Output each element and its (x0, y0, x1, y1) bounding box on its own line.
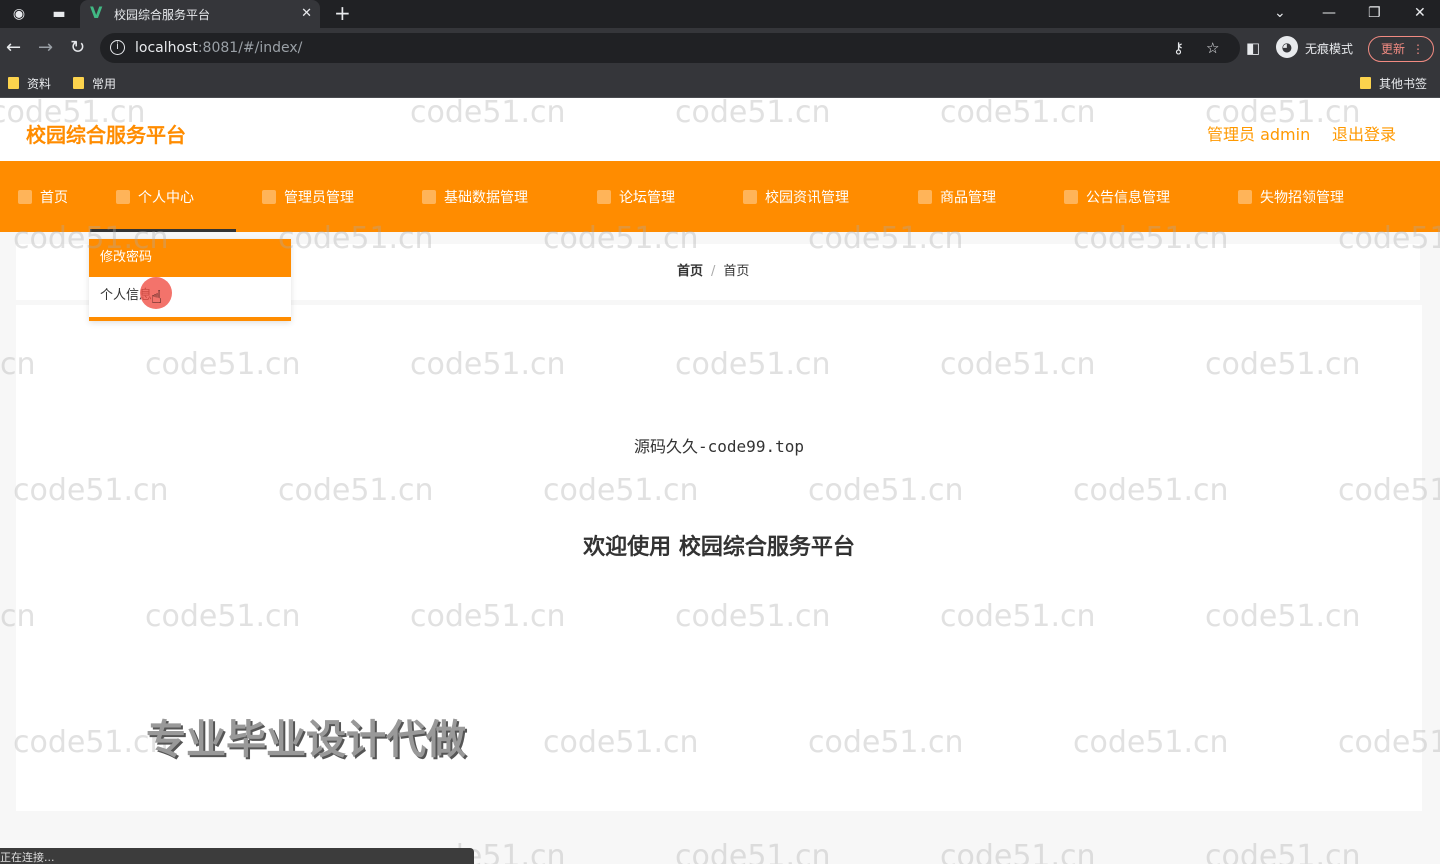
browser-tab-bar: ◉ ▬ V 校园综合服务平台 ✕ + ⌄ — ❐ ✕ (0, 0, 1440, 28)
nav-active-indicator (90, 229, 236, 232)
restore-icon[interactable]: ❐ (1368, 3, 1381, 23)
vue-logo-icon: V (90, 3, 103, 22)
browser-globe-icon[interactable]: ◉ (10, 5, 28, 23)
watermark: code51.cn (940, 839, 1096, 864)
news-icon (743, 190, 757, 204)
personal-center-dropdown: 修改密码 个人信息 (89, 239, 291, 321)
nav-label: 管理员管理 (284, 190, 354, 206)
data-icon (422, 190, 436, 204)
watermark: code51.cn (1205, 839, 1361, 864)
status-text: 正在连接... (0, 851, 55, 864)
folder-icon (1360, 77, 1371, 89)
bookmark-folder-0[interactable]: 资料 (8, 75, 51, 92)
other-bookmarks[interactable]: 其他书签 (1360, 75, 1427, 92)
reload-icon[interactable]: ↻ (70, 38, 85, 58)
breadcrumb-current: 首页 (723, 264, 750, 279)
dropdown-item-change-password[interactable]: 修改密码 (89, 239, 291, 277)
bookmarks-bar: 资料 常用 其他书签 (0, 68, 1440, 98)
tab-search-icon[interactable]: ▬ (50, 5, 68, 23)
nav-item-campus-news[interactable]: 校园资讯管理 (743, 187, 849, 207)
lost-found-icon (1238, 190, 1252, 204)
current-user: 管理员 admin (1207, 125, 1311, 144)
nav-item-goods[interactable]: 商品管理 (918, 187, 996, 207)
dropdown-item-personal-info[interactable]: 个人信息 (89, 277, 291, 315)
nav-item-admin-management[interactable]: 管理员管理 (262, 187, 354, 207)
url-path: :8081/#/index/ (197, 40, 303, 56)
address-bar[interactable]: i localhost:8081/#/index/ ⚷ ☆ (100, 33, 1240, 63)
source-code-line: 源码久久-code99.top (634, 437, 804, 456)
incognito-icon[interactable]: ◕ (1276, 36, 1298, 58)
folder-icon (8, 77, 19, 89)
user-icon (116, 190, 130, 204)
browser-toolbar: ← → ↻ i localhost:8081/#/index/ ⚷ ☆ ◧ ◕ … (0, 28, 1440, 68)
window-close-icon[interactable]: ✕ (1414, 3, 1426, 23)
web-page: 校园综合服务平台 管理员 admin 退出登录 首页 个人中心 管理员管理 基础… (0, 99, 1440, 864)
update-label: 更新 (1381, 42, 1406, 56)
nav-item-basic-data[interactable]: 基础数据管理 (422, 187, 528, 207)
nav-label: 失物招领管理 (1260, 190, 1344, 206)
nav-label: 首页 (40, 190, 68, 206)
tab-close-icon[interactable]: ✕ (301, 5, 312, 23)
home-icon (18, 190, 32, 204)
bookmark-label: 资料 (27, 77, 52, 91)
forward-icon[interactable]: → (38, 38, 53, 58)
nav-item-home[interactable]: 首页 (18, 187, 68, 207)
site-header: 校园综合服务平台 管理员 admin 退出登录 (0, 99, 1440, 161)
nav-item-lost-found[interactable]: 失物招领管理 (1238, 187, 1344, 207)
side-panel-icon[interactable]: ◧ (1246, 38, 1260, 58)
nav-label: 论坛管理 (619, 190, 675, 206)
new-tab-icon[interactable]: + (334, 3, 351, 23)
breadcrumb-separator: / (711, 264, 716, 279)
key-icon[interactable]: ⚷ (1173, 39, 1184, 57)
update-button[interactable]: 更新 ⋮ (1368, 36, 1434, 62)
nav-item-forum[interactable]: 论坛管理 (597, 187, 675, 207)
nav-label: 商品管理 (940, 190, 996, 206)
goods-icon (918, 190, 932, 204)
other-bookmarks-label: 其他书签 (1379, 77, 1428, 91)
welcome-title: 欢迎使用 校园综合服务平台 (583, 535, 855, 560)
watermark: code51.cn (675, 839, 831, 864)
menu-kebab-icon: ⋮ (1412, 42, 1424, 56)
nav-label: 公告信息管理 (1086, 190, 1170, 206)
tab-title: 校园综合服务平台 (114, 8, 211, 22)
browser-status-bar: 正在连接... (0, 848, 474, 864)
breadcrumb-home[interactable]: 首页 (677, 264, 703, 279)
forum-icon (597, 190, 611, 204)
site-brand: 校园综合服务平台 (26, 123, 186, 147)
minimize-icon[interactable]: — (1322, 3, 1336, 23)
nav-item-announcements[interactable]: 公告信息管理 (1064, 187, 1170, 207)
folder-icon (73, 77, 84, 89)
url-text[interactable]: localhost:8081/#/index/ (135, 40, 302, 56)
nav-label: 校园资讯管理 (765, 190, 849, 206)
main-nav: 首页 个人中心 管理员管理 基础数据管理 论坛管理 校园资讯管理 商品管理 公告… (0, 161, 1440, 232)
tab-list-chevron-icon[interactable]: ⌄ (1274, 3, 1286, 23)
browser-tab-active[interactable]: V 校园综合服务平台 ✕ (80, 0, 320, 28)
nav-label: 个人中心 (138, 190, 194, 206)
admin-icon (262, 190, 276, 204)
nav-label: 基础数据管理 (444, 190, 528, 206)
nav-item-personal-center[interactable]: 个人中心 (116, 187, 194, 207)
bookmark-folder-1[interactable]: 常用 (73, 75, 116, 92)
back-icon[interactable]: ← (6, 38, 21, 58)
url-host: localhost (135, 40, 198, 56)
promo-overlay-text: 专业毕业设计代做 (146, 717, 466, 763)
bookmark-label: 常用 (92, 77, 117, 91)
notice-icon (1064, 190, 1078, 204)
site-info-icon[interactable]: i (110, 40, 125, 55)
breadcrumb: 首页 / 首页 (677, 260, 749, 279)
incognito-label: 无痕模式 (1305, 42, 1354, 56)
bookmark-star-icon[interactable]: ☆ (1206, 39, 1219, 57)
logout-link[interactable]: 退出登录 (1332, 121, 1396, 145)
hand-cursor-icon: ☝ (151, 287, 162, 308)
